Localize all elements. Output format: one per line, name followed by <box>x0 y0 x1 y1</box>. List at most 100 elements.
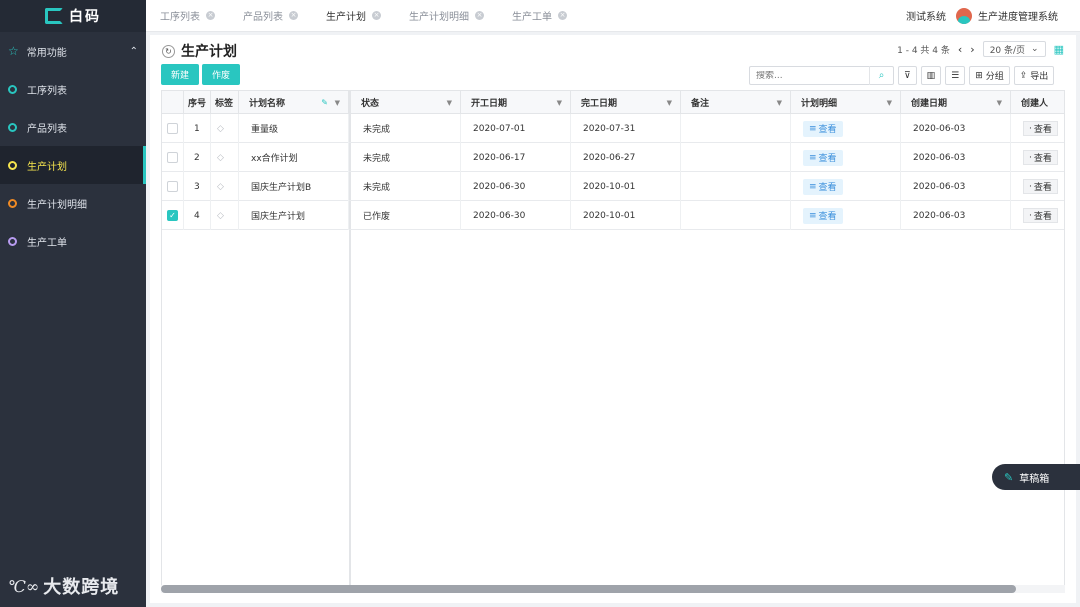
header-start-date[interactable]: 开工日期 ▼ <box>461 91 571 114</box>
close-icon[interactable]: × <box>475 11 484 20</box>
tab-work-order[interactable]: 生产工单 × <box>498 0 581 32</box>
system-switch[interactable]: 测试系统 <box>906 8 946 23</box>
sidebar-group-label: 常用功能 <box>26 47 67 59</box>
title-row: ↻ 生产计划 <box>162 41 237 61</box>
view-creator-button[interactable]: · 查看 <box>1023 179 1058 194</box>
app-logo[interactable]: 白码 <box>0 0 146 32</box>
header-name-label: 计划名称 <box>249 99 286 109</box>
view-detail-button[interactable]: ≡ 查看 <box>803 149 843 166</box>
sidebar-group-common[interactable]: ☆ 常用功能 ⌃ <box>0 32 146 70</box>
table-row[interactable]: ✓ 4 ◇ 国庆生产计划 已作废 2020-06-30 2020-10-01 ≡… <box>162 201 1064 230</box>
tab-plan-detail[interactable]: 生产计划明细 × <box>395 0 498 32</box>
tab-product-list[interactable]: 产品列表 × <box>229 0 312 32</box>
table-row[interactable]: 1 ◇ 重量级 未完成 2020-07-01 2020-07-31 ≡ 查看 20… <box>162 114 1064 143</box>
refresh-icon[interactable]: ↻ <box>162 44 175 58</box>
close-icon[interactable]: × <box>372 11 381 20</box>
horizontal-scrollbar[interactable] <box>161 585 1065 593</box>
row-created-date: 2020-06-03 <box>901 114 1011 143</box>
caret-down-icon[interactable]: ▼ <box>777 99 782 107</box>
view-creator-button[interactable]: · 查看 <box>1023 208 1058 223</box>
page-size-select[interactable]: 20 条/页 ⌄ <box>982 41 1046 57</box>
view-creator-button[interactable]: · 查看 <box>1023 150 1058 165</box>
view-creator-button[interactable]: · 查看 <box>1023 121 1058 136</box>
row-checkbox[interactable] <box>167 152 178 163</box>
row-end-date: 2020-10-01 <box>571 172 681 201</box>
view-detail-button[interactable]: ≡ 查看 <box>803 178 843 195</box>
export-button[interactable]: ⇪ 导出 <box>1013 66 1055 85</box>
filter-button[interactable]: ⊽ <box>898 66 917 85</box>
row-tag-cell: ◇ <box>211 172 239 201</box>
grid-view-icon[interactable]: ▦ <box>1054 43 1064 56</box>
caret-down-icon[interactable]: ▼ <box>447 99 452 107</box>
tag-icon[interactable]: ◇ <box>217 211 224 221</box>
columns-button[interactable]: ☰ <box>945 66 966 85</box>
header-end-date[interactable]: 完工日期 ▼ <box>571 91 681 114</box>
new-button[interactable]: 新建 <box>161 64 200 85</box>
search-icon[interactable]: ⌕ <box>869 66 893 85</box>
sidebar-item-product-list[interactable]: 产品列表 <box>0 108 146 146</box>
header-status[interactable]: 状态 ▼ <box>351 91 461 114</box>
row-select-cell <box>162 114 184 143</box>
chart-button[interactable]: ▥ <box>920 66 942 85</box>
dot-icon <box>8 236 17 246</box>
header-detail[interactable]: 计划明细 ▼ <box>791 91 901 114</box>
row-remark <box>681 172 791 201</box>
page-size-value: 20 条/页 <box>989 45 1026 56</box>
pager-summary: 1 - 4 共 4 条 <box>897 45 950 56</box>
tag-icon[interactable]: ◇ <box>217 124 224 134</box>
search-input[interactable] <box>756 70 869 81</box>
bar-chart-icon: ▥ <box>926 70 936 81</box>
sidebar-item-process-list[interactable]: 工序列表 <box>0 70 146 108</box>
dot-icon <box>8 84 17 94</box>
close-icon[interactable]: × <box>206 11 215 20</box>
sidebar-item-label: 生产工单 <box>27 237 67 249</box>
view-detail-button[interactable]: ≡ 查看 <box>803 207 843 224</box>
table-header: 序号 标签 计划名称 ✎ ▼ 状态 ▼ 开工日期 ▼ 完工日期 ▼ 备注 ▼ 计… <box>162 91 1064 114</box>
pin-icon[interactable]: ✎ <box>321 98 328 107</box>
chevron-right-icon[interactable]: › <box>970 43 974 56</box>
close-icon[interactable]: × <box>558 11 567 20</box>
creator-label: 查看 <box>1033 183 1052 193</box>
caret-down-icon[interactable]: ▼ <box>997 99 1002 107</box>
header-remark[interactable]: 备注 ▼ <box>681 91 791 114</box>
tag-icon[interactable]: ◇ <box>217 153 224 163</box>
sidebar-item-label: 生产计划 <box>27 161 67 173</box>
sidebar-item-work-order[interactable]: 生产工单 <box>0 222 146 260</box>
row-checkbox[interactable] <box>167 181 178 192</box>
tab-production-plan[interactable]: 生产计划 × <box>312 0 395 32</box>
caret-down-icon[interactable]: ▼ <box>557 99 562 107</box>
row-checkbox[interactable] <box>167 123 178 134</box>
row-checkbox[interactable]: ✓ <box>167 210 178 221</box>
sidebar-item-production-plan[interactable]: 生产计划 <box>0 146 146 184</box>
avatar[interactable] <box>956 7 972 24</box>
tab-bar: 工序列表 × 产品列表 × 生产计划 × 生产计划明细 × 生产工单 × 测试系… <box>146 0 1080 32</box>
void-button[interactable]: 作废 <box>202 64 241 85</box>
watermark: ℃∞ 大数跨境 <box>8 573 119 599</box>
caret-down-icon[interactable]: ▼ <box>335 99 340 107</box>
header-creator[interactable]: 创建人 <box>1011 91 1064 114</box>
caret-down-icon[interactable]: ▼ <box>667 99 672 107</box>
view-detail-button[interactable]: ≡ 查看 <box>803 120 843 137</box>
tab-process-list[interactable]: 工序列表 × <box>146 0 229 32</box>
upload-icon: ⇪ <box>1019 70 1028 81</box>
row-start-date: 2020-07-01 <box>461 114 571 143</box>
close-icon[interactable]: × <box>289 11 298 20</box>
row-name: 国庆生产计划B <box>239 172 349 201</box>
table-row[interactable]: 3 ◇ 国庆生产计划B 未完成 2020-06-30 2020-10-01 ≡ 查… <box>162 172 1064 201</box>
tag-icon[interactable]: ◇ <box>217 182 224 192</box>
header-start-label: 开工日期 <box>471 99 508 109</box>
table-row[interactable]: 2 ◇ xx合作计划 未完成 2020-06-17 2020-06-27 ≡ 查看… <box>162 143 1064 172</box>
scrollbar-thumb[interactable] <box>161 585 1016 593</box>
header-created[interactable]: 创建日期 ▼ <box>901 91 1011 114</box>
chevron-left-icon[interactable]: ‹ <box>958 43 962 56</box>
sidebar-item-plan-detail[interactable]: 生产计划明细 <box>0 184 146 222</box>
draft-box-button[interactable]: ✎ 草稿箱 <box>992 464 1080 490</box>
user-name[interactable]: 生产进度管理系统 <box>978 8 1058 23</box>
row-creator-cell: · 查看 <box>1011 114 1064 143</box>
header-name[interactable]: 计划名称 ✎ ▼ <box>239 91 349 114</box>
row-index: 3 <box>184 172 211 201</box>
group-button[interactable]: ⊞ 分组 <box>969 66 1010 85</box>
header-tag: 标签 <box>211 91 239 114</box>
caret-down-icon[interactable]: ▼ <box>887 99 892 107</box>
row-index: 4 <box>184 201 211 230</box>
